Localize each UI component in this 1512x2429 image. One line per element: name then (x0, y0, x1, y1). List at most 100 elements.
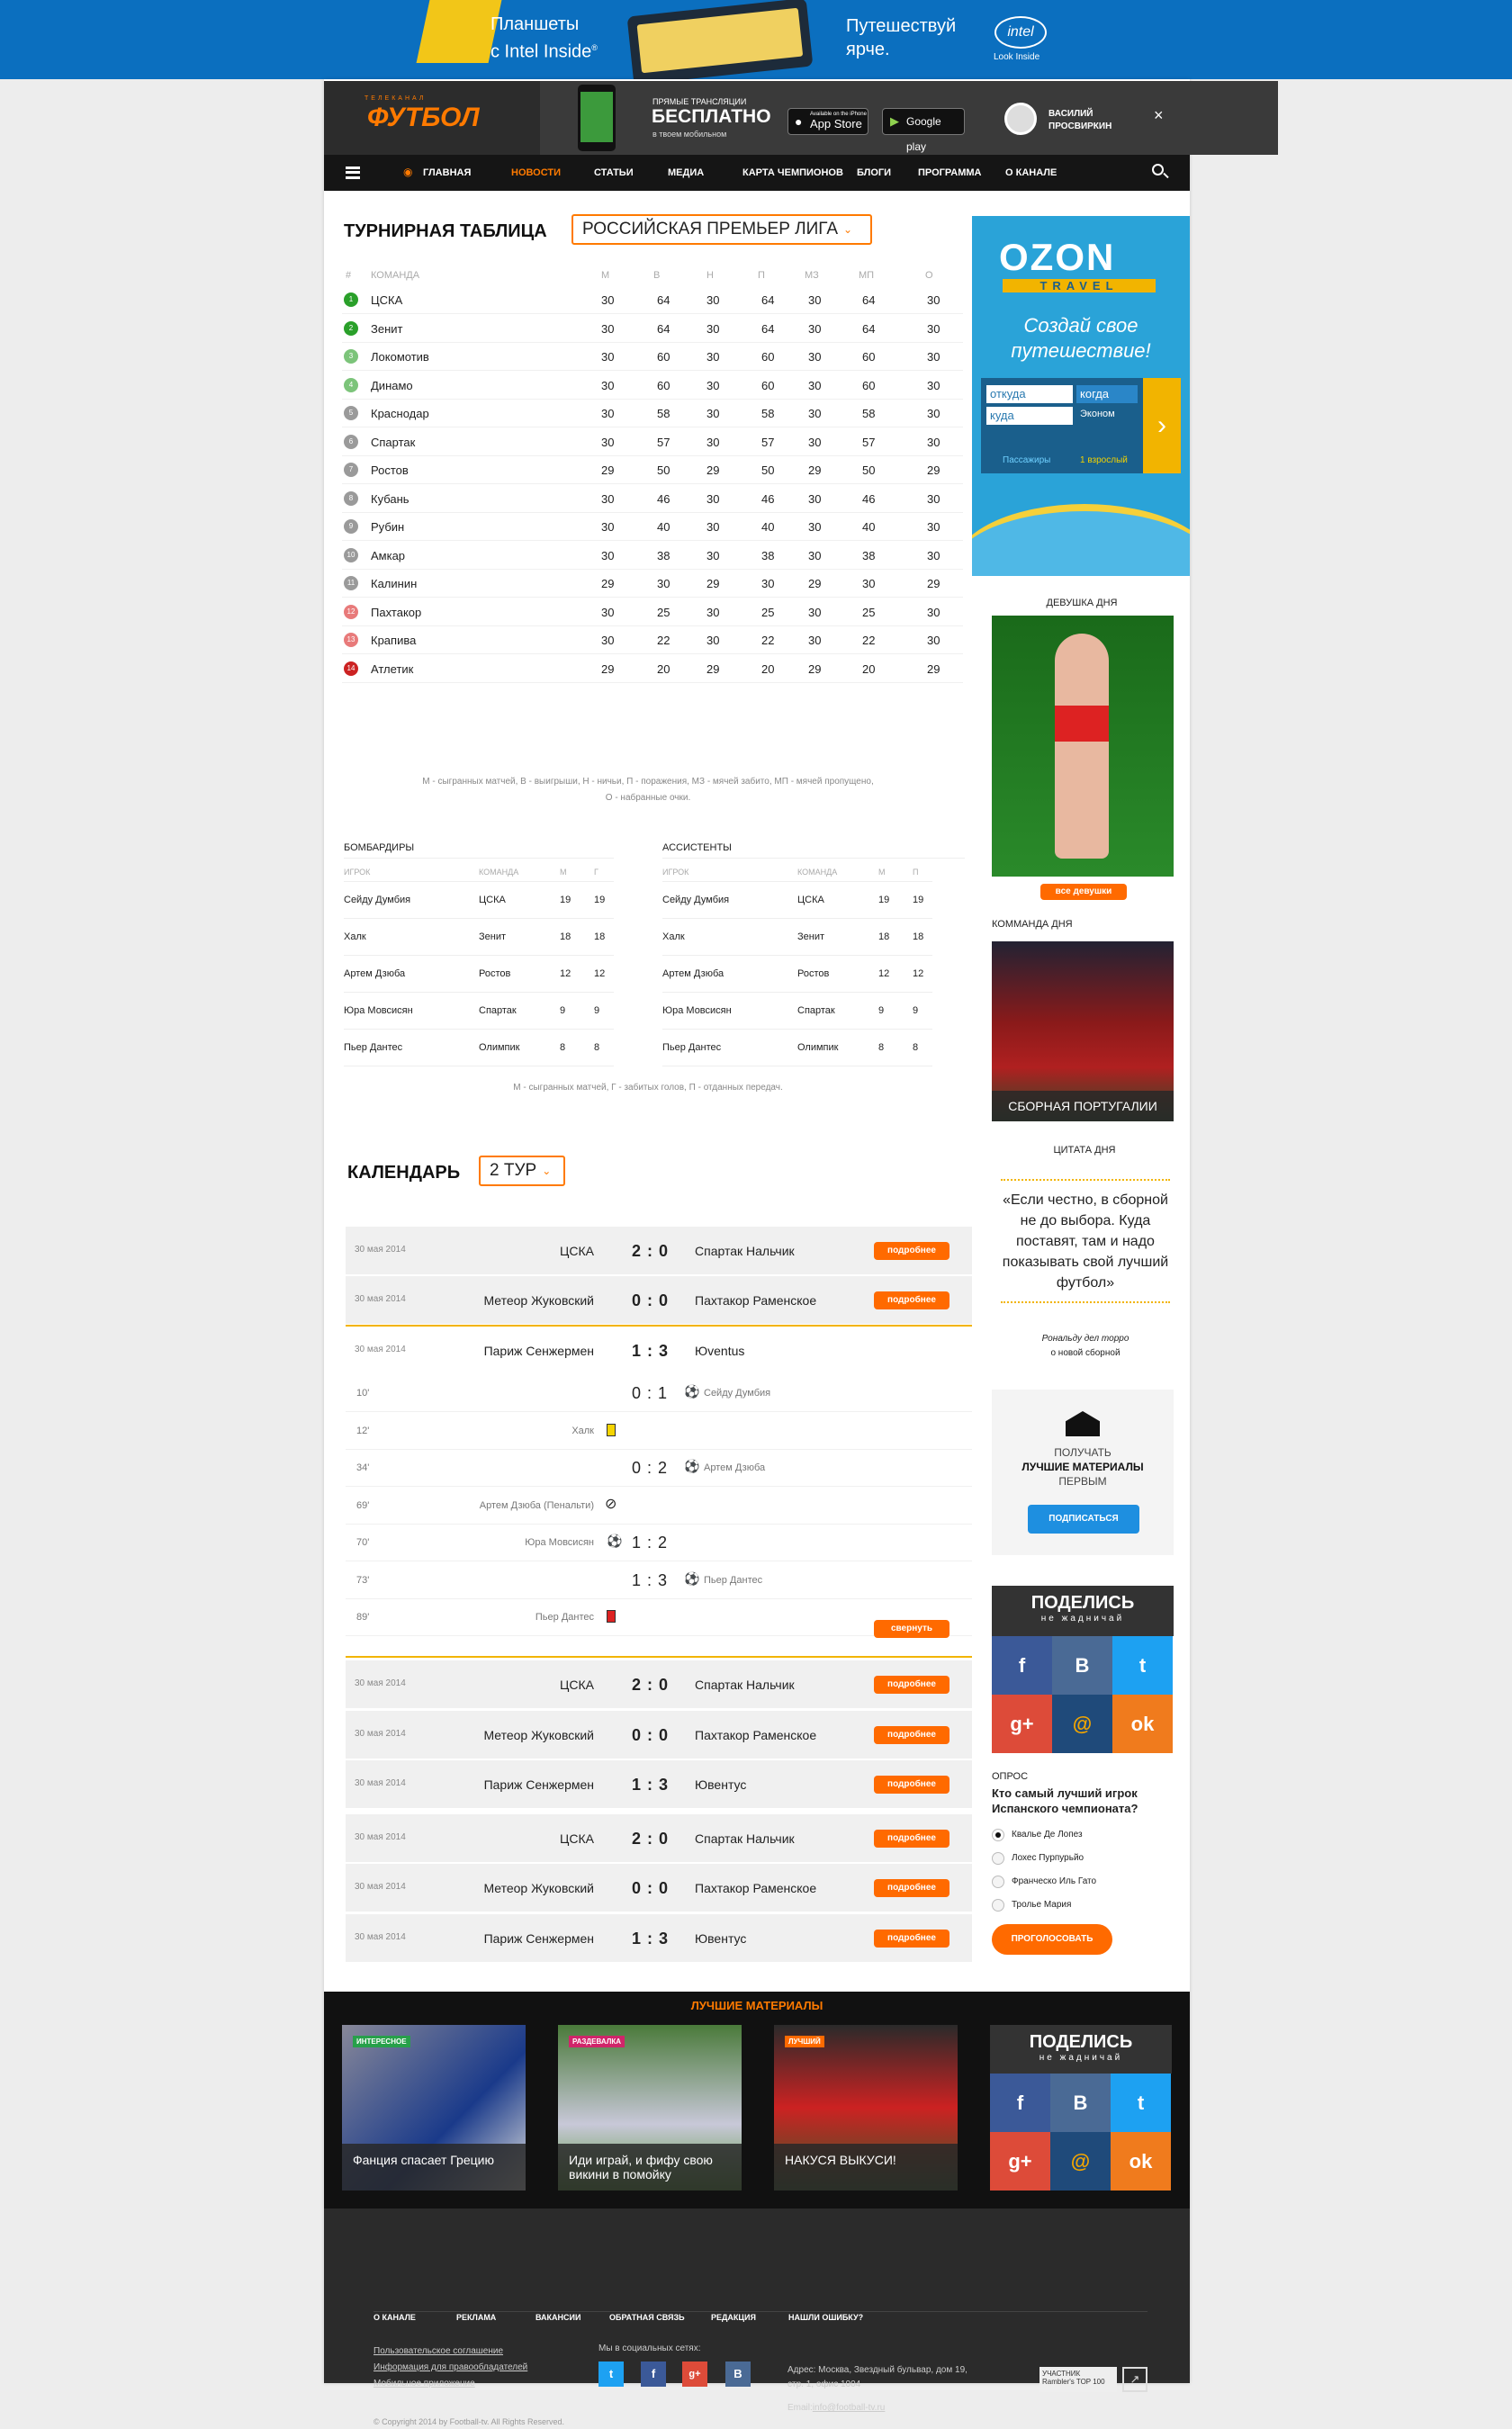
poll-radio[interactable] (992, 1829, 1004, 1841)
match-row[interactable]: 30 мая 2014 Париж Сенжермен 1 : 3 Ювентус по… (346, 1760, 972, 1809)
away-team[interactable]: Ювентус (695, 1777, 746, 1792)
nav-program[interactable]: ПРОГРАММА (918, 167, 981, 178)
mail-ru-icon[interactable]: @ (1052, 1695, 1112, 1753)
away-team[interactable]: Спартак Нальчик (695, 1678, 795, 1692)
match-row[interactable]: 30 мая 2014 Метеор Жуковский 0 : 0 Пахтакор… (346, 1276, 972, 1325)
match-row[interactable]: 30 мая 2014 ЦСКА 2 : 0 Спартак Нальчик подро… (346, 1813, 972, 1863)
home-team[interactable]: Париж Сенжермен (484, 1931, 594, 1946)
user-name[interactable]: ВАСИЛИЙ ПРОСВИРКИН (1048, 108, 1112, 133)
vk-icon[interactable]: B (1052, 1636, 1112, 1695)
best-card[interactable]: РАЗДЕВАЛКА Иди играй, и фифу свою викини … (558, 2025, 742, 2191)
poll-option-label[interactable]: Квальe Де Лопез (1012, 1830, 1083, 1840)
table-row[interactable]: 11 Калинин 29 30 29 30 29 30 29 (342, 570, 963, 598)
table-row[interactable]: Артем Дзюба Ростов 12 12 (344, 956, 614, 993)
details-button[interactable]: подробнее (874, 1676, 950, 1694)
footer-link[interactable]: РЕКЛАМА (456, 2313, 496, 2322)
legal-link[interactable]: Пользовательское соглашение (374, 2344, 527, 2360)
team-name[interactable]: Локомотив (371, 350, 429, 364)
match-row[interactable]: 30 мая 2014 Метеор Жуковский 0 : 0 Пахтакор… (346, 1864, 972, 1912)
table-row[interactable]: Сейду Думбия ЦСКА 19 19 (344, 882, 614, 919)
poll-radio[interactable] (992, 1899, 1004, 1912)
away-team[interactable]: Пахтакор Раменское (695, 1728, 816, 1742)
legal-link[interactable]: Мобильное приложение (374, 2376, 527, 2392)
table-row[interactable]: Юра Мовсисян Спартак 9 9 (344, 993, 614, 1030)
table-row[interactable]: 12 Пахтакор 30 25 30 25 30 25 30 (342, 598, 963, 626)
twitter-icon[interactable]: t (598, 2362, 624, 2387)
home-team[interactable]: ЦСКА (560, 1678, 594, 1692)
away-team[interactable]: Юventus (695, 1344, 744, 1358)
twitter-icon[interactable]: t (1111, 2074, 1171, 2132)
top-ad-banner[interactable]: Планшеты с Intel Inside® Путешествуй ярче.… (0, 0, 1512, 85)
match-row[interactable]: 30 мая 2014 ЦСКА 2 : 0 Спартак Нальчик подро… (346, 1227, 972, 1275)
nav-home[interactable]: ГЛАВНАЯ (423, 167, 471, 178)
footer-link[interactable]: ОБРАТНАЯ СВЯЗЬ (609, 2313, 685, 2322)
team-name[interactable]: Динамо (371, 379, 413, 392)
avatar[interactable] (1004, 103, 1037, 135)
table-row[interactable]: 10 Амкар 30 38 30 38 30 38 30 (342, 542, 963, 570)
match-row[interactable]: 30 мая 2014 Париж Сенжермен 1 : 3 Юventus (346, 1325, 972, 1373)
collapse-button[interactable]: свернуть (874, 1620, 950, 1638)
nav-articles[interactable]: СТАТЬИ (594, 167, 634, 178)
email[interactable]: Email:info@football-tv.ru (788, 2403, 885, 2413)
team-name[interactable]: Атлетик (371, 662, 413, 676)
gplus-icon[interactable]: g+ (990, 2132, 1050, 2191)
best-card[interactable]: ИНТЕРЕСНОЕ Фанция спасает Грецию (342, 2025, 526, 2191)
table-row[interactable]: 6 Спартак 30 57 30 57 30 57 30 (342, 428, 963, 456)
footer-link[interactable]: О КАНАЛЕ (374, 2313, 416, 2322)
all-girls-button[interactable]: все девушки (1040, 884, 1127, 900)
league-select[interactable]: РОССИЙСКАЯ ПРЕМЬЕР ЛИГА ⌄ (572, 214, 872, 245)
details-button[interactable]: подробнее (874, 1291, 950, 1309)
away-team[interactable]: Спартак Нальчик (695, 1244, 795, 1258)
match-row[interactable]: 30 мая 2014 Париж Сенжермен 1 : 3 Ювентус по… (346, 1913, 972, 1963)
table-row[interactable]: 1 ЦСКА 30 64 30 64 30 64 30 (342, 286, 963, 314)
mobile-promo-banner[interactable]: ТЕЛЕКАНАЛ ФУТБОЛ ПРЯМЫЕ ТРАНСЛЯЦИИ БЕСПЛ… (324, 81, 1278, 155)
match-row[interactable]: 30 мая 2014 ЦСКА 2 : 0 Спартак Нальчик подро… (346, 1660, 972, 1709)
search-icon[interactable] (1152, 164, 1169, 179)
poll-radio[interactable] (992, 1876, 1004, 1888)
nav-news[interactable]: НОВОСТИ (511, 167, 561, 178)
poll-option-label[interactable]: Франческо Иль Гато (1012, 1876, 1096, 1886)
facebook-icon[interactable]: f (990, 2074, 1050, 2132)
team-photo[interactable]: СБОРНАЯ ПОРТУГАЛИИ (992, 941, 1174, 1121)
menu-icon[interactable] (346, 166, 360, 179)
details-button[interactable]: подробнее (874, 1776, 950, 1794)
team-name[interactable]: Крапива (371, 634, 416, 647)
mail-ru-icon[interactable]: @ (1050, 2132, 1111, 2191)
rambler-counter[interactable]: УЧАСТНИК Rambler's TOP 100 (1040, 2367, 1117, 2392)
legal-link[interactable]: Информация для правообладателей (374, 2360, 527, 2376)
poll-radio[interactable] (992, 1852, 1004, 1865)
table-row[interactable]: 13 Крапива 30 22 30 22 30 22 30 (342, 626, 963, 654)
ozon-form[interactable]: откуда когда куда Эконом Пассажиры 1 взр… (981, 378, 1181, 473)
away-team[interactable]: Спартак Нальчик (695, 1831, 795, 1846)
table-row[interactable]: 14 Атлетик 29 20 29 20 29 20 29 (342, 655, 963, 683)
best-card[interactable]: ЛУЧШИЙ НАКУСЯ ВЫКУСИ! (774, 2025, 958, 2191)
app-store-button[interactable]: Available on the iPhone App Store ● (788, 108, 868, 135)
odnoklassniki-icon[interactable]: ok (1112, 1695, 1173, 1753)
gplus-icon[interactable]: g+ (992, 1695, 1052, 1753)
table-row[interactable]: Пьер Дантес Олимпик 8 8 (344, 1030, 614, 1066)
team-name[interactable]: ЦСКА (371, 293, 402, 307)
girl-photo[interactable] (992, 616, 1174, 877)
team-name[interactable]: Краснодар (371, 407, 429, 420)
team-name[interactable]: Кубань (371, 492, 410, 506)
home-team[interactable]: ЦСКА (560, 1831, 594, 1846)
poll-option-label[interactable]: Тролье Мария (1012, 1900, 1071, 1910)
home-team[interactable]: Метеор Жуковский (483, 1293, 594, 1308)
team-name[interactable]: Ростов (371, 463, 409, 477)
home-team[interactable]: Париж Сенжермен (484, 1777, 594, 1792)
nav-blogs[interactable]: БЛОГИ (857, 167, 891, 178)
details-button[interactable]: подробнее (874, 1879, 950, 1897)
home-team[interactable]: Метеор Жуковский (483, 1728, 594, 1742)
table-row[interactable]: Халк Зенит 18 18 (344, 919, 614, 956)
team-name[interactable]: Пахтакор (371, 606, 421, 619)
team-name[interactable]: Калинин (371, 577, 417, 590)
away-team[interactable]: Ювентус (695, 1931, 746, 1946)
table-row[interactable]: 2 Зенит 30 64 30 64 30 64 30 (342, 315, 963, 343)
google-play-button[interactable]: Google play ▶ (882, 108, 965, 153)
team-name[interactable]: Зенит (371, 322, 402, 336)
details-button[interactable]: подробнее (874, 1242, 950, 1260)
details-button[interactable]: подробнее (874, 1725, 950, 1744)
vote-button[interactable]: ПРОГОЛОСОВАТЬ (992, 1924, 1112, 1955)
table-row[interactable]: Халк Зенит 18 18 (662, 919, 932, 956)
footer-link[interactable]: НАШЛИ ОШИБКУ? (788, 2313, 863, 2322)
